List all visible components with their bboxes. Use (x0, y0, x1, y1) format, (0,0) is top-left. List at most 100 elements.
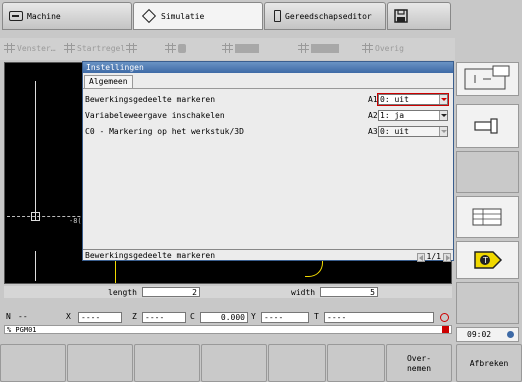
softkey-h1[interactable] (0, 344, 66, 382)
tab-machine-label: Machine (27, 11, 61, 21)
toolbar: Venster… Startregel Overig (0, 38, 455, 60)
cycle-icon (440, 313, 449, 322)
softkey-transfer[interactable]: T (456, 241, 519, 279)
setting-select[interactable]: 0: uit (378, 126, 448, 137)
overig-menu[interactable]: Overig (362, 43, 404, 53)
width-value: 5 (320, 287, 378, 297)
c-value: 0.000 (200, 312, 248, 323)
venster-menu[interactable]: Venster… (4, 43, 56, 53)
tab-save[interactable] (387, 2, 451, 30)
softkey-h4[interactable] (201, 344, 267, 382)
setting-select[interactable]: 1: ja (378, 110, 448, 121)
overnemen-label: Over- nemen (406, 354, 432, 373)
y-value: ---- (261, 312, 309, 323)
t-label: T (314, 312, 319, 321)
tool-holder-icon (474, 118, 498, 134)
clock-panel: 09:02 (456, 327, 519, 342)
overig-label: Overig (375, 43, 404, 53)
setting-label: C0 - Markering op het werkstuk/3D (85, 127, 244, 136)
chevron-down-icon[interactable] (439, 127, 447, 136)
grid-icon (126, 43, 137, 53)
tab-divider (83, 88, 453, 89)
program-name: % PGM01 (7, 326, 37, 334)
softkey-h2[interactable] (67, 344, 133, 382)
dialog-status-bar: Bewerkingsgedeelte markeren 1/1 (83, 249, 453, 262)
contour-left (35, 251, 36, 281)
toolpath-view-icon (235, 43, 259, 53)
view-button-4[interactable] (298, 43, 339, 53)
tab-gereedschapseditor[interactable]: Gereedschapseditor (264, 2, 386, 30)
setting-row[interactable]: Bewerkingsgedeelte markeren A1 0: uit (85, 92, 451, 107)
view-button-3[interactable] (222, 43, 259, 53)
z-value: ---- (142, 312, 186, 323)
setting-code: A1 (368, 95, 378, 104)
afbreken-button[interactable]: Afbreken (456, 344, 522, 382)
setting-code: A3 (368, 127, 378, 136)
t-value: ---- (324, 312, 434, 323)
grid-icon (64, 43, 75, 53)
softkey-h6[interactable] (327, 344, 385, 382)
chevron-down-icon[interactable] (439, 95, 447, 104)
setting-select[interactable]: 0: uit (377, 93, 449, 106)
setting-value: 0: uit (380, 95, 409, 104)
settings-dialog: Instellingen Algemeen Bewerkingsgedeelte… (82, 61, 454, 262)
grid-icon (298, 43, 309, 53)
length-label: length (108, 288, 137, 297)
view-button-1[interactable] (126, 43, 137, 53)
position-display: N -- X ---- Z ---- C 0.000 Y ---- T ---- (4, 311, 452, 324)
length-value: 2 (142, 287, 200, 297)
workpiece-view-icon (178, 43, 186, 53)
tool-path (115, 261, 116, 283)
z-label: Z (132, 312, 137, 321)
tab-simulatie[interactable]: Simulatie (133, 2, 263, 30)
afbreken-label: Afbreken (469, 359, 509, 368)
softkey-empty-2[interactable] (456, 282, 519, 324)
softkey-h3[interactable] (134, 344, 200, 382)
machine-icon (9, 11, 23, 21)
softkey-h5[interactable] (268, 344, 326, 382)
page-prev-icon[interactable] (416, 252, 425, 262)
tool-curve (305, 259, 323, 277)
view-arrows-icon (464, 65, 510, 90)
setting-row[interactable]: C0 - Markering op het werkstuk/3D A3 0: … (85, 124, 451, 139)
contour-line (35, 81, 36, 221)
grid-icon (362, 43, 373, 53)
softkey-view-arrows[interactable] (456, 62, 519, 96)
softkey-tool[interactable] (456, 104, 519, 148)
graphics-fragment: -8( (69, 217, 82, 225)
x-value: ---- (78, 312, 122, 323)
setting-value: 1: ja (380, 111, 405, 120)
svg-text:T: T (482, 256, 488, 265)
grid-icon (165, 43, 176, 53)
dialog-status-text: Bewerkingsgedeelte markeren (85, 251, 216, 260)
tab-algemeen[interactable]: Algemeen (84, 75, 133, 88)
axis-marker (31, 212, 40, 221)
save-icon (394, 9, 408, 23)
workpiece-info: length 2 width 5 (4, 286, 452, 298)
transfer-icon: T (474, 251, 503, 269)
tab-machine[interactable]: Machine (2, 2, 132, 30)
page-next-icon[interactable] (443, 252, 451, 262)
table-icon (472, 208, 502, 226)
width-label: width (291, 288, 316, 297)
n-value: -- (18, 312, 28, 321)
softkey-empty-1[interactable] (456, 151, 519, 193)
overnemen-button[interactable]: Over- nemen (386, 344, 452, 382)
setting-value: 0: uit (380, 127, 409, 136)
y-label: Y (251, 312, 256, 321)
grid-icon (4, 43, 15, 53)
startregel-menu[interactable]: Startregel (64, 43, 125, 53)
view-button-2[interactable] (165, 43, 186, 53)
tool-icon (274, 10, 281, 22)
dialog-title: Instellingen (83, 62, 453, 73)
c-label: C (190, 312, 195, 321)
page-indicator: 1/1 (426, 252, 441, 261)
clock: 09:02 (467, 330, 492, 339)
program-line: % PGM01 (4, 325, 452, 334)
tab-gereedschapseditor-label: Gereedschapseditor (285, 11, 372, 21)
stop-icon (442, 326, 449, 333)
softkey-table[interactable] (456, 196, 519, 238)
chevron-down-icon[interactable] (439, 111, 447, 120)
n-label: N (6, 312, 11, 321)
setting-row[interactable]: Variabeleweergave inschakelen A2 1: ja (85, 108, 451, 123)
